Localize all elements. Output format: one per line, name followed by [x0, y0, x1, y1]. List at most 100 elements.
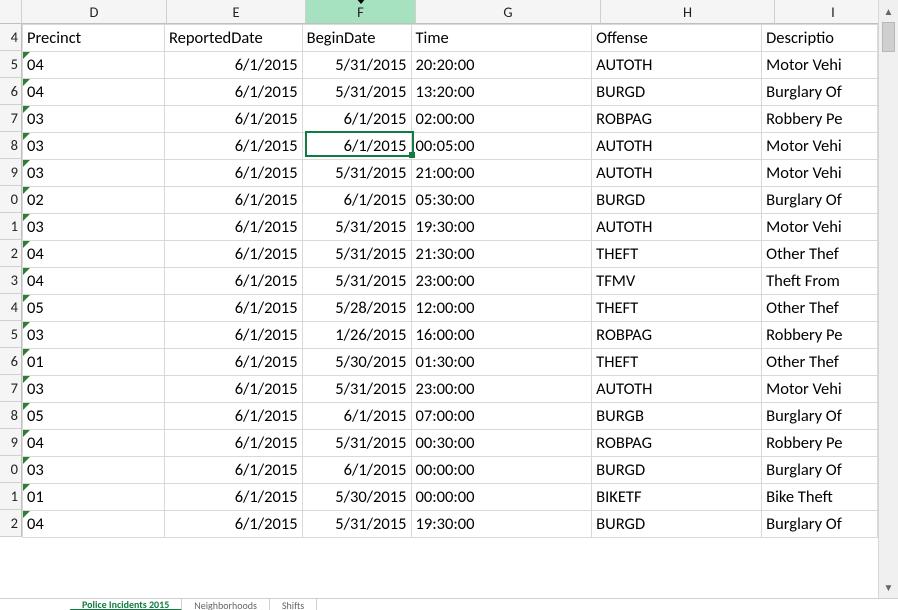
data-cell[interactable]: 00:05:00 [411, 133, 592, 160]
data-cell[interactable]: 6/1/2015 [164, 403, 302, 430]
data-cell[interactable]: 04 [23, 268, 165, 295]
data-cell[interactable]: Motor Vehi [762, 133, 878, 160]
data-cell[interactable]: 05 [23, 295, 165, 322]
data-cell[interactable]: 6/1/2015 [164, 457, 302, 484]
data-cell[interactable]: 6/1/2015 [164, 295, 302, 322]
scroll-thumb[interactable] [882, 22, 895, 52]
data-cell[interactable]: 6/1/2015 [302, 106, 411, 133]
data-cell[interactable]: BURGB [592, 403, 762, 430]
data-cell[interactable]: 6/1/2015 [164, 79, 302, 106]
data-cell[interactable]: TFMV [592, 268, 762, 295]
data-cell[interactable]: 5/31/2015 [302, 241, 411, 268]
scroll-up-button[interactable]: ▲ [881, 2, 896, 20]
data-cell[interactable]: Robbery Pe [762, 106, 878, 133]
column-header-E[interactable]: E [167, 0, 306, 24]
data-cell[interactable]: 13:20:00 [411, 79, 592, 106]
data-cell[interactable]: 19:30:00 [411, 511, 592, 538]
data-cell[interactable]: 00:30:00 [411, 430, 592, 457]
data-cell[interactable]: 02 [23, 187, 165, 214]
data-cell[interactable]: 6/1/2015 [164, 133, 302, 160]
data-cell[interactable]: 21:00:00 [411, 160, 592, 187]
data-cell[interactable]: 00:00:00 [411, 484, 592, 511]
data-cell[interactable]: BIKETF [592, 484, 762, 511]
row-header[interactable]: 8 [0, 132, 22, 159]
data-cell[interactable]: 5/30/2015 [302, 349, 411, 376]
data-cell[interactable]: 03 [23, 160, 165, 187]
data-cell[interactable]: 5/31/2015 [302, 79, 411, 106]
column-header-D[interactable]: D [22, 0, 167, 24]
data-cell[interactable]: 6/1/2015 [302, 187, 411, 214]
row-header[interactable]: 0 [0, 186, 22, 213]
data-cell[interactable]: Bike Theft [762, 484, 878, 511]
data-cell[interactable]: 16:00:00 [411, 322, 592, 349]
data-cell[interactable]: 02:00:00 [411, 106, 592, 133]
data-cell[interactable]: 6/1/2015 [164, 106, 302, 133]
data-cell[interactable]: BURGD [592, 79, 762, 106]
field-header-cell[interactable]: Descriptio [762, 25, 878, 52]
column-header-H[interactable]: H [601, 0, 775, 24]
data-cell[interactable]: 04 [23, 511, 165, 538]
data-cell[interactable]: 04 [23, 52, 165, 79]
data-cell[interactable]: Burglary Of [762, 511, 878, 538]
data-cell[interactable]: 5/31/2015 [302, 268, 411, 295]
column-header-G[interactable]: G [416, 0, 601, 24]
data-cell[interactable]: 05 [23, 403, 165, 430]
data-cell[interactable]: Burglary Of [762, 403, 878, 430]
row-header[interactable]: 0 [0, 456, 22, 483]
data-cell[interactable]: 5/31/2015 [302, 214, 411, 241]
data-cell[interactable]: 04 [23, 241, 165, 268]
sheet-tab[interactable]: Police Incidents 2015 [70, 599, 182, 610]
row-header[interactable]: 7 [0, 105, 22, 132]
data-cell[interactable]: THEFT [592, 295, 762, 322]
field-header-cell[interactable]: ReportedDate [164, 25, 302, 52]
data-cell[interactable]: ROBPAG [592, 106, 762, 133]
data-cell[interactable]: Other Thef [762, 295, 878, 322]
data-cell[interactable]: 04 [23, 79, 165, 106]
row-header[interactable]: 4 [0, 24, 22, 51]
data-cell[interactable]: 03 [23, 457, 165, 484]
field-header-cell[interactable]: Precinct [23, 25, 165, 52]
column-header-F[interactable]: F [306, 0, 416, 24]
data-cell[interactable]: 5/31/2015 [302, 430, 411, 457]
data-cell[interactable]: Burglary Of [762, 187, 878, 214]
row-header[interactable]: 2 [0, 510, 22, 537]
data-cell[interactable]: 5/31/2015 [302, 160, 411, 187]
data-cell[interactable]: 6/1/2015 [302, 133, 411, 160]
sheet-tab[interactable]: Neighborhoods [182, 599, 270, 610]
data-cell[interactable]: 03 [23, 106, 165, 133]
data-cell[interactable]: Robbery Pe [762, 322, 878, 349]
data-cell[interactable]: 6/1/2015 [164, 376, 302, 403]
data-cell[interactable]: 6/1/2015 [302, 403, 411, 430]
data-cell[interactable]: Theft From [762, 268, 878, 295]
data-cell[interactable]: Motor Vehi [762, 160, 878, 187]
data-cell[interactable]: 23:00:00 [411, 376, 592, 403]
data-cell[interactable]: 6/1/2015 [164, 52, 302, 79]
data-cell[interactable]: 03 [23, 376, 165, 403]
sheet-tab[interactable]: Shifts [270, 599, 317, 610]
data-cell[interactable]: AUTOTH [592, 52, 762, 79]
data-cell[interactable]: 6/1/2015 [164, 349, 302, 376]
data-cell[interactable]: 6/1/2015 [164, 214, 302, 241]
data-cell[interactable]: Motor Vehi [762, 376, 878, 403]
data-cell[interactable]: 6/1/2015 [164, 268, 302, 295]
data-cell[interactable]: ROBPAG [592, 430, 762, 457]
data-cell[interactable]: Other Thef [762, 241, 878, 268]
data-cell[interactable]: 01 [23, 484, 165, 511]
data-cell[interactable]: 6/1/2015 [164, 484, 302, 511]
row-header[interactable]: 4 [0, 294, 22, 321]
vertical-scrollbar[interactable]: ▲ ▼ [878, 0, 898, 598]
row-header[interactable]: 1 [0, 213, 22, 240]
data-cell[interactable]: 21:30:00 [411, 241, 592, 268]
scroll-down-button[interactable]: ▼ [881, 578, 896, 596]
data-cell[interactable]: AUTOTH [592, 376, 762, 403]
data-cell[interactable]: Motor Vehi [762, 52, 878, 79]
row-header[interactable]: 8 [0, 402, 22, 429]
row-header[interactable]: 3 [0, 267, 22, 294]
data-cell[interactable]: 01:30:00 [411, 349, 592, 376]
row-header[interactable]: 2 [0, 240, 22, 267]
data-cell[interactable]: 6/1/2015 [302, 457, 411, 484]
column-header-I[interactable]: I [775, 0, 878, 24]
data-cell[interactable]: AUTOTH [592, 214, 762, 241]
cell-grid[interactable]: PrecinctReportedDateBeginDateTimeOffense… [22, 24, 878, 538]
data-cell[interactable]: 6/1/2015 [164, 511, 302, 538]
